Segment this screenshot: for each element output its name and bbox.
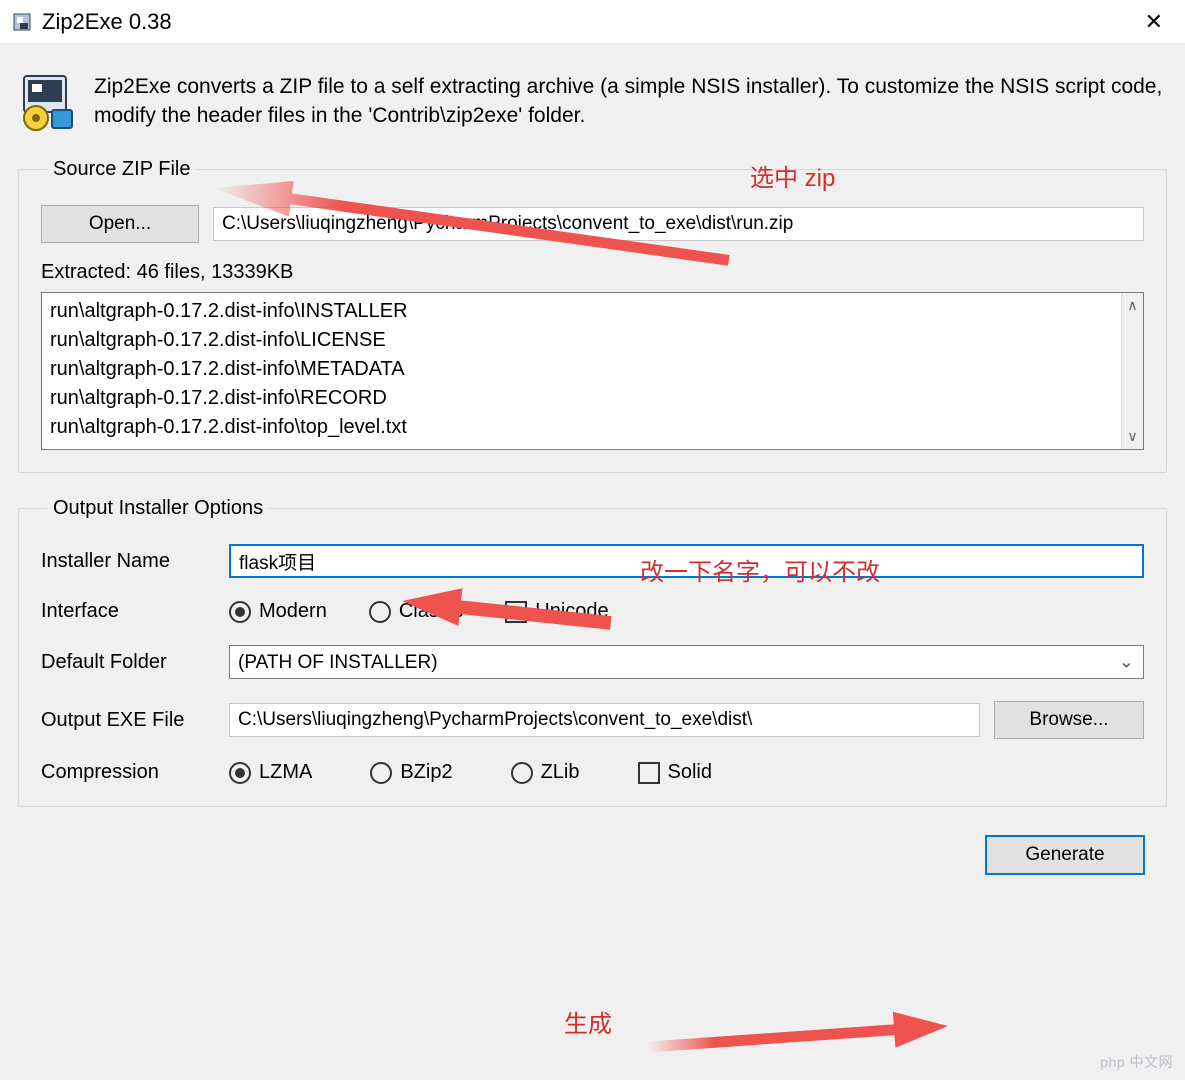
list-item: run\altgraph-0.17.2.dist-info\INSTALLER <box>50 297 1113 326</box>
extracted-file-list[interactable]: run\altgraph-0.17.2.dist-info\INSTALLER … <box>41 292 1144 450</box>
output-exe-field[interactable] <box>229 703 980 737</box>
installer-name-field[interactable] <box>229 544 1144 578</box>
window-title: Zip2Exe 0.38 <box>42 9 1135 35</box>
intro-section: Zip2Exe converts a ZIP file to a self ex… <box>18 64 1167 132</box>
zip-path-field[interactable] <box>213 207 1144 241</box>
open-zip-button[interactable]: Open... <box>41 205 199 243</box>
arrow-icon <box>647 1008 949 1065</box>
scroll-down-icon[interactable]: ∨ <box>1127 428 1137 445</box>
output-options-fieldset: Output Installer Options Installer Name … <box>18 497 1167 807</box>
list-item: run\altgraph-0.17.2.dist-info\top_level.… <box>50 413 1113 442</box>
default-folder-label: Default Folder <box>41 651 229 674</box>
source-zip-legend: Source ZIP File <box>47 158 196 181</box>
list-item: run\altgraph-0.17.2.dist-info\LICENSE <box>50 326 1113 355</box>
browse-button[interactable]: Browse... <box>994 701 1144 739</box>
intro-icon <box>18 72 78 132</box>
interface-radio-modern[interactable]: Modern <box>229 600 327 623</box>
radio-icon <box>370 762 392 784</box>
compression-radio-zlib[interactable]: ZLib <box>511 761 580 784</box>
watermark: php 中文网 <box>1100 1052 1173 1072</box>
extracted-summary: Extracted: 46 files, 13339KB <box>41 261 1144 284</box>
output-exe-label: Output EXE File <box>41 709 229 732</box>
unicode-checkbox[interactable]: ✓ Unicode <box>505 600 608 623</box>
radio-icon <box>511 762 533 784</box>
app-icon <box>12 12 32 32</box>
file-list-scrollbar[interactable]: ∧ ∨ <box>1121 293 1143 449</box>
title-bar: Zip2Exe 0.38 ✕ <box>0 0 1185 44</box>
scroll-up-icon[interactable]: ∧ <box>1127 297 1137 314</box>
generate-button[interactable]: Generate <box>985 835 1145 875</box>
list-item: run\altgraph-0.17.2.dist-info\RECORD <box>50 384 1113 413</box>
interface-label: Interface <box>41 600 229 623</box>
default-folder-select[interactable]: (PATH OF INSTALLER) <box>229 645 1144 679</box>
radio-icon <box>229 601 251 623</box>
solid-checkbox[interactable]: Solid <box>638 761 712 784</box>
output-options-legend: Output Installer Options <box>47 497 269 520</box>
close-icon[interactable]: ✕ <box>1135 9 1173 35</box>
installer-name-label: Installer Name <box>41 550 229 573</box>
compression-radio-lzma[interactable]: LZMA <box>229 761 312 784</box>
interface-radio-classic[interactable]: Classic <box>369 600 463 623</box>
radio-icon <box>369 601 391 623</box>
annotation-generate: 生成 <box>564 1004 612 1039</box>
list-item: run\altgraph-0.17.2.dist-info\METADATA <box>50 355 1113 384</box>
intro-text: Zip2Exe converts a ZIP file to a self ex… <box>94 72 1167 131</box>
checkbox-icon: ✓ <box>505 601 527 623</box>
radio-icon <box>229 762 251 784</box>
checkbox-icon <box>638 762 660 784</box>
source-zip-fieldset: Source ZIP File Open... Extracted: 46 fi… <box>18 158 1167 473</box>
compression-label: Compression <box>41 761 229 784</box>
compression-radio-bzip2[interactable]: BZip2 <box>370 761 452 784</box>
